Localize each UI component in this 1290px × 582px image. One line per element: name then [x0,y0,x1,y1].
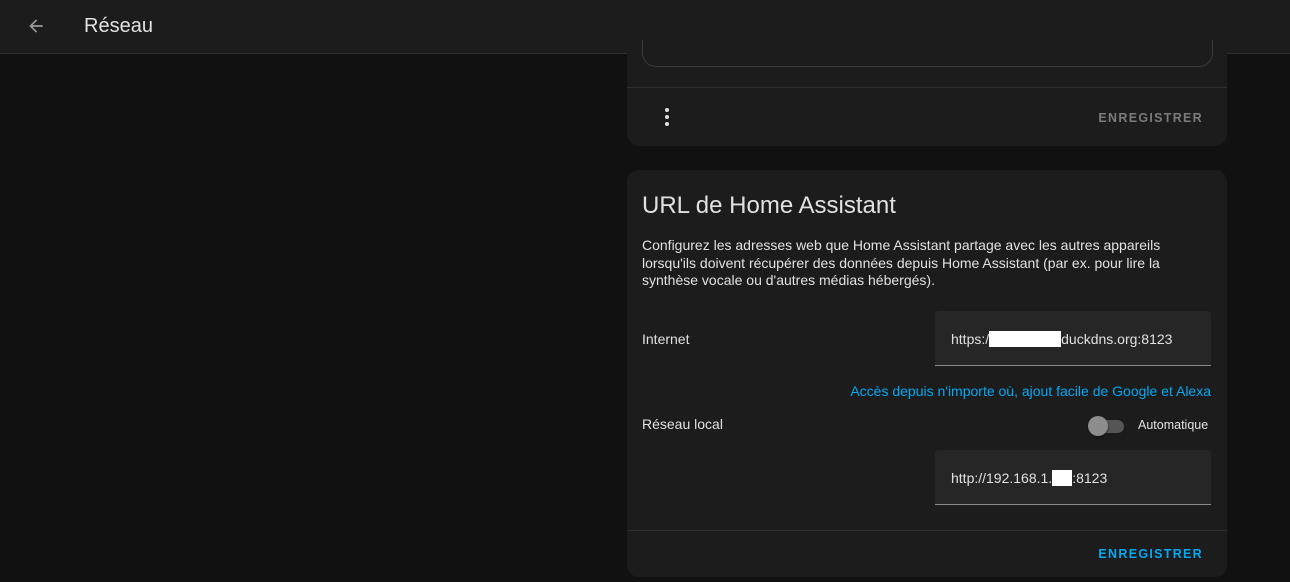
overflow-menu-button[interactable] [655,102,679,132]
page-title: Réseau [84,15,153,37]
dots-vertical-icon [665,108,669,112]
redaction-box [1052,470,1073,486]
home-assistant-url-card: URL de Home Assistant Configurez les adr… [627,170,1227,577]
card-title: URL de Home Assistant [642,192,896,219]
local-url-value: http://192.168.1.:8123 [951,470,1108,486]
internet-label: Internet [642,331,690,347]
redaction-box [989,331,1062,347]
card-actions-divider [627,87,1227,88]
save-button[interactable]: ENREGISTRER [1098,547,1203,561]
internet-url-field[interactable]: https:/duckdns.org:8123 [935,311,1211,366]
text-field-outline [642,40,1213,67]
card-actions-divider [627,530,1227,531]
automatic-toggle[interactable] [1088,416,1124,436]
local-network-label: Réseau local [642,416,723,432]
internet-url-value: https:/duckdns.org:8123 [951,331,1173,347]
card-description: Configurez les adresses web que Home Ass… [642,237,1161,288]
arrow-left-icon [29,19,43,33]
back-button[interactable] [20,10,52,42]
save-button-disabled[interactable]: ENREGISTRER [1098,111,1203,125]
cloud-link[interactable]: Accès depuis n'importe où, ajout facile … [850,383,1211,399]
automatic-label: Automatique [1138,418,1209,432]
toggle-thumb [1088,416,1108,436]
network-card: ENREGISTRER [627,40,1227,146]
local-url-field[interactable]: http://192.168.1.:8123 [935,450,1211,505]
